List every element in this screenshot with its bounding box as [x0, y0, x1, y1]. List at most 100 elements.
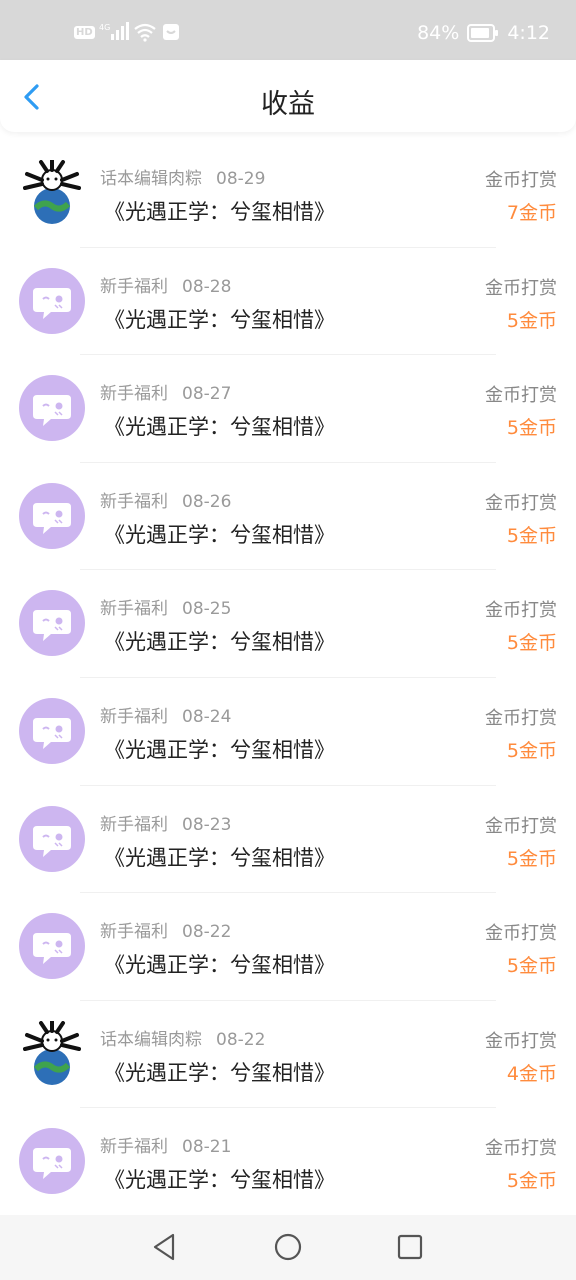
- robot-avatar-icon: [23, 1018, 81, 1085]
- avatar: [19, 482, 85, 549]
- nav-recents-icon[interactable]: [394, 1231, 426, 1263]
- entry-source: 话本编辑肉粽: [100, 169, 202, 189]
- entry-meta: 话本编辑肉粽 08-29: [100, 164, 265, 189]
- chat-bubble-avatar-icon: [19, 375, 85, 442]
- list-item[interactable]: 新手福利 08-28 《光遇正学：兮玺相惜》 金币打赏 5金币: [0, 248, 576, 356]
- list-item[interactable]: 新手福利 08-21 《光遇正学：兮玺相惜》 金币打赏 5金币: [0, 1108, 576, 1216]
- avatar: [19, 590, 85, 657]
- reward-amount: 5金币: [506, 739, 557, 762]
- entry-source: 新手福利: [100, 384, 168, 405]
- entry-date: 08-22: [182, 922, 232, 943]
- network-type-label: 4G: [99, 23, 110, 32]
- entry-meta: 新手福利 08-27: [100, 379, 231, 404]
- book-title: 《光遇正学：兮玺相惜》: [104, 307, 335, 332]
- avatar: [19, 158, 85, 226]
- chat-bubble-avatar-icon: [19, 267, 85, 334]
- wifi-icon: [133, 23, 156, 42]
- reward-type: 金币打赏: [485, 707, 557, 729]
- avatar: [19, 697, 85, 764]
- entry-source: 新手福利: [100, 491, 168, 512]
- entry-date: 08-25: [182, 599, 232, 620]
- avatar: [19, 913, 85, 980]
- chat-bubble-avatar-icon: [19, 1128, 85, 1195]
- entry-meta: 话本编辑肉粽 08-22: [100, 1025, 265, 1050]
- entry-meta: 新手福利 08-28: [100, 272, 231, 297]
- avatar: [19, 267, 85, 334]
- book-title: 《光遇正学：兮玺相惜》: [104, 1060, 335, 1085]
- reward-amount: 5金币: [506, 955, 557, 978]
- reward-amount: 5金币: [506, 632, 557, 655]
- chat-bubble-avatar-icon: [19, 805, 85, 872]
- chat-bubble-avatar-icon: [19, 913, 85, 980]
- reward-type: 金币打赏: [485, 492, 557, 514]
- list-item[interactable]: 话本编辑肉粽 08-29 《光遇正学：兮玺相惜》 金币打赏 7金币: [0, 140, 576, 248]
- book-title: 《光遇正学：兮玺相惜》: [104, 415, 335, 440]
- book-title: 《光遇正学：兮玺相惜》: [104, 1168, 335, 1193]
- list-item[interactable]: 话本编辑肉粽 08-22 《光遇正学：兮玺相惜》 金币打赏 4金币: [0, 1001, 576, 1109]
- book-title: 《光遇正学：兮玺相惜》: [104, 200, 335, 224]
- list-item[interactable]: 新手福利 08-24 《光遇正学：兮玺相惜》 金币打赏 5金币: [0, 678, 576, 786]
- entry-date: 08-23: [182, 814, 232, 835]
- reward-amount: 5金币: [506, 309, 557, 332]
- battery-icon: [467, 24, 499, 42]
- entry-date: 08-21: [182, 1137, 232, 1158]
- app-notification-icon: [162, 24, 179, 40]
- reward-type: 金币打赏: [485, 277, 557, 299]
- chat-bubble-avatar-icon: [19, 482, 85, 549]
- status-bar: HD 4G 84% 4:12: [0, 0, 576, 60]
- chat-bubble-avatar-icon: [19, 590, 85, 657]
- entry-date: 08-26: [182, 491, 232, 512]
- list-item[interactable]: 新手福利 08-27 《光遇正学：兮玺相惜》 金币打赏 5金币: [0, 355, 576, 463]
- entry-meta: 新手福利 08-23: [100, 810, 231, 835]
- robot-avatar-icon: [23, 158, 81, 224]
- entry-date: 08-27: [182, 384, 232, 405]
- reward-amount: 5金币: [506, 1170, 557, 1193]
- chat-bubble-avatar-icon: [19, 697, 85, 764]
- entry-source: 新手福利: [100, 706, 168, 727]
- reward-type: 金币打赏: [485, 815, 557, 837]
- hd-icon: HD: [74, 25, 95, 39]
- entry-meta: 新手福利 08-24: [100, 702, 231, 727]
- entry-source: 新手福利: [100, 922, 168, 943]
- entry-source: 新手福利: [100, 814, 168, 835]
- reward-amount: 5金币: [506, 417, 557, 440]
- list-item[interactable]: 新手福利 08-26 《光遇正学：兮玺相惜》 金币打赏 5金币: [0, 463, 576, 571]
- reward-type: 金币打赏: [485, 385, 557, 407]
- book-title: 《光遇正学：兮玺相惜》: [104, 630, 335, 655]
- entry-date: 08-22: [216, 1029, 266, 1050]
- reward-amount: 5金币: [506, 524, 557, 547]
- list-item[interactable]: 新手福利 08-23 《光遇正学：兮玺相惜》 金币打赏 5金币: [0, 786, 576, 894]
- book-title: 《光遇正学：兮玺相惜》: [104, 737, 335, 762]
- avatar: [19, 805, 85, 872]
- entry-meta: 新手福利 08-21: [100, 1132, 231, 1157]
- entry-meta: 新手福利 08-22: [100, 917, 231, 942]
- reward-type: 金币打赏: [485, 923, 557, 945]
- nav-home-icon[interactable]: [272, 1231, 304, 1263]
- list-item[interactable]: 新手福利 08-22 《光遇正学：兮玺相惜》 金币打赏 5金币: [0, 893, 576, 1001]
- entry-meta: 新手福利 08-26: [100, 487, 231, 512]
- reward-type: 金币打赏: [485, 1138, 557, 1160]
- entry-meta: 新手福利 08-25: [100, 594, 231, 619]
- earnings-list: 话本编辑肉粽 08-29 《光遇正学：兮玺相惜》 金币打赏 7金币 新手福利 08-…: [0, 140, 576, 1216]
- book-title: 《光遇正学：兮玺相惜》: [104, 522, 335, 547]
- reward-amount: 4金币: [506, 1062, 557, 1085]
- reward-amount: 7金币: [506, 202, 557, 224]
- reward-type: 金币打赏: [485, 600, 557, 622]
- list-item[interactable]: 新手福利 08-25 《光遇正学：兮玺相惜》 金币打赏 5金币: [0, 570, 576, 678]
- battery-percent: 84%: [417, 22, 460, 44]
- reward-type: 金币打赏: [485, 170, 557, 191]
- header: 收益: [0, 60, 576, 132]
- avatar: [19, 375, 85, 442]
- clock: 4:12: [507, 22, 550, 44]
- nav-back-icon[interactable]: [149, 1231, 181, 1263]
- reward-amount: 5金币: [506, 847, 557, 870]
- entry-source: 新手福利: [100, 276, 168, 297]
- book-title: 《光遇正学：兮玺相惜》: [104, 845, 335, 870]
- reward-type: 金币打赏: [485, 1030, 557, 1052]
- entry-source: 话本编辑肉粽: [100, 1029, 202, 1050]
- avatar: [19, 1128, 85, 1195]
- entry-source: 新手福利: [100, 599, 168, 620]
- avatar: [19, 1018, 85, 1087]
- entry-source: 新手福利: [100, 1137, 168, 1158]
- entry-date: 08-28: [182, 276, 232, 297]
